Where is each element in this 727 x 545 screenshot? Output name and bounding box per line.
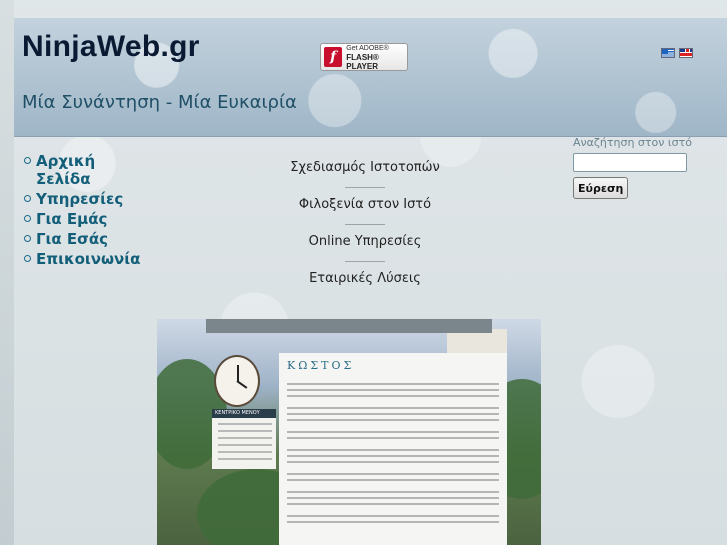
preview-text-line [287, 455, 499, 457]
preview-menu-line [218, 430, 272, 432]
preview-text-line [287, 449, 499, 451]
clock-icon [214, 355, 260, 407]
nav-link-for-you[interactable]: Για Εσάς [36, 230, 126, 248]
divider [345, 261, 385, 262]
bullet-icon [24, 215, 31, 222]
preview-text-line [287, 395, 499, 397]
nav-item-home: Αρχική Σελίδα [24, 152, 126, 188]
preview-menu-line [218, 437, 272, 439]
preview-text-line [287, 431, 499, 433]
main-nav: Αρχική Σελίδα Υπηρεσίες Για Εμάς Για Εσά… [24, 152, 140, 270]
preview-menu-line [218, 458, 272, 460]
preview-text-line [287, 521, 499, 523]
search-label: Αναζήτηση στον ιστό [573, 136, 692, 149]
nav-link-contact[interactable]: Επικοινωνία [36, 250, 140, 268]
preview-text-line [287, 479, 499, 481]
services-list: Σχεδιασμός Ιστοτοπών Φιλοξενία στον Ιστό… [250, 160, 480, 290]
flash-badge-line1: Get ADOBE® [346, 44, 389, 52]
search-button[interactable]: Εύρεση [573, 177, 629, 199]
nav-link-home[interactable]: Αρχική Σελίδα [36, 152, 126, 188]
nav-link-about-us[interactable]: Για Εμάς [36, 210, 126, 228]
preview-text-line [287, 437, 499, 439]
bullet-icon [24, 157, 31, 164]
website-preview-image: ΚΕΝΤΡΙΚΟ ΜΕΝΟΥ ΚΩΣΤΟΣ [157, 319, 541, 545]
nav-item-about-us: Για Εμάς [24, 210, 126, 228]
preview-content: ΚΩΣΤΟΣ [279, 353, 507, 545]
site-title[interactable]: NinjaWeb.gr [22, 30, 200, 64]
preview-text-line [287, 473, 499, 475]
preview-menu-header: ΚΕΝΤΡΙΚΟ ΜΕΝΟΥ [212, 409, 276, 418]
preview-content-title: ΚΩΣΤΟΣ [287, 359, 355, 372]
preview-text-line [287, 419, 499, 421]
preview-text-line [287, 383, 499, 385]
preview-menu-line [218, 444, 272, 446]
preview-text-line [287, 461, 499, 463]
preview-menu-line [218, 451, 272, 453]
nav-item-services: Υπηρεσίες [24, 190, 126, 208]
bullet-icon [24, 195, 31, 202]
preview-text-line [287, 491, 499, 493]
tagline: Μία Συνάντηση - Μία Ευκαιρία [22, 92, 297, 113]
preview-text-line [287, 389, 499, 391]
preview-text-line [287, 515, 499, 517]
service-link-online-services[interactable]: Online Υπηρεσίες [250, 234, 480, 253]
preview-text-line [287, 503, 499, 505]
divider [345, 187, 385, 188]
preview-text-line [287, 407, 499, 409]
preview-menu-line [218, 423, 272, 425]
nav-item-for-you: Για Εσάς [24, 230, 126, 248]
service-link-business-solutions[interactable]: Εταιρικές Λύσεις [250, 271, 480, 290]
preview-topbar [206, 319, 492, 333]
nav-item-contact: Επικοινωνία [24, 250, 140, 268]
web-search: Αναζήτηση στον ιστό Εύρεση [573, 136, 692, 199]
preview-text-line [287, 413, 499, 415]
greek-flag-icon[interactable] [661, 48, 675, 58]
flash-badge-line2: FLASH® PLAYER [346, 52, 379, 71]
search-input[interactable] [573, 153, 687, 172]
english-flag-icon[interactable] [679, 48, 693, 58]
service-link-web-design[interactable]: Σχεδιασμός Ιστοτοπών [250, 160, 480, 179]
divider [345, 224, 385, 225]
bullet-icon [24, 235, 31, 242]
service-link-web-hosting[interactable]: Φιλοξενία στον Ιστό [250, 197, 480, 216]
language-switcher [661, 48, 693, 58]
flash-f-icon: f [324, 47, 343, 67]
get-flash-player-button[interactable]: f Get ADOBE® FLASH® PLAYER [320, 43, 408, 71]
preview-menu: ΚΕΝΤΡΙΚΟ ΜΕΝΟΥ [212, 409, 276, 469]
nav-link-services[interactable]: Υπηρεσίες [36, 190, 126, 208]
preview-text-line [287, 497, 499, 499]
bullet-icon [24, 255, 31, 262]
